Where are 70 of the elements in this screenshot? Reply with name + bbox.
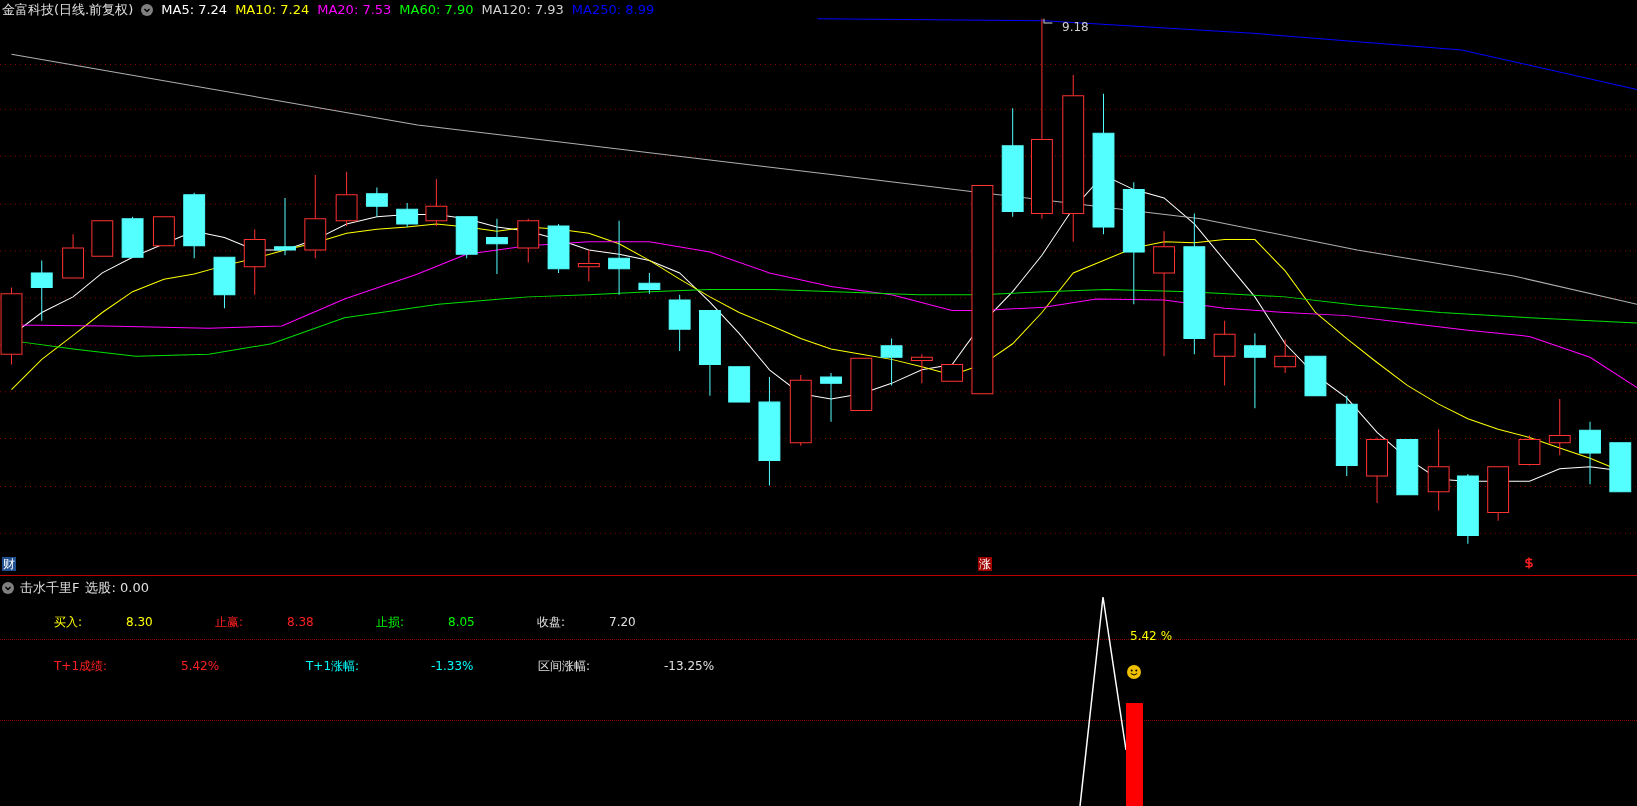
stat-value: -13.25% (664, 659, 715, 673)
candlestick (396, 202, 419, 228)
moving-average-legend: MA5: 7.24 (161, 2, 228, 18)
candlestick (1304, 355, 1327, 397)
candlestick (335, 171, 358, 227)
candlestick (62, 233, 84, 279)
candlestick (1396, 439, 1419, 496)
candlestick (1456, 473, 1479, 545)
score-value: 5.42 (1130, 628, 1157, 645)
candlestick (213, 256, 236, 309)
candlestick (517, 218, 540, 263)
candlestick (121, 216, 144, 258)
candlestick (1548, 398, 1571, 456)
candlestick (274, 197, 296, 256)
stat-value: 5.42% (181, 659, 220, 673)
candlestick (91, 220, 114, 257)
candlestick (577, 249, 600, 282)
stat-label: 区间涨幅: (538, 659, 591, 673)
candlestick (547, 223, 570, 274)
candlestick (243, 228, 266, 296)
candlestick (880, 338, 903, 386)
candlestick (183, 192, 206, 259)
candlestick (1579, 421, 1601, 485)
stat-value: 8.30 (126, 615, 153, 629)
candlestick (850, 357, 873, 411)
candlestick (820, 372, 842, 423)
stock-title: 金富科技(日线.前复权) (2, 2, 134, 18)
candlestick (30, 259, 53, 322)
candlestick (910, 353, 933, 384)
leader-line (1043, 18, 1053, 24)
high-price-label: 9.18 (1062, 20, 1089, 34)
stat-label: 止赢: (215, 615, 244, 629)
candlestick (365, 187, 388, 218)
dollar-sign-icon[interactable] (1523, 556, 1535, 570)
smiley-icon (1127, 665, 1141, 679)
score-unit: % (1160, 628, 1173, 645)
candlestick (1274, 339, 1297, 374)
moving-average-legend: MA250: 8.99 (571, 2, 655, 18)
candlestick (728, 366, 751, 403)
stat-value: 7.20 (609, 615, 636, 629)
moving-average-legend: MA120: 7.93 (481, 2, 564, 18)
collapse-chevron-icon[interactable] (2, 582, 14, 594)
candlestick (152, 216, 175, 247)
candlestick (1609, 442, 1632, 493)
stat-label: 止损: (376, 615, 405, 629)
stat-label: T+1涨幅: (306, 659, 360, 673)
candlestick (1487, 466, 1510, 522)
moving-average-legend: MA60: 7.90 (399, 2, 474, 18)
chart-marker-badge[interactable]: 财 (2, 557, 16, 571)
candlestick (1518, 434, 1541, 467)
candlestick (455, 216, 478, 259)
indicator-name: 击水千里F (20, 580, 80, 596)
moving-average-legend: MA20: 7.53 (317, 2, 392, 18)
indicator-reading: 选股: 0.00 (85, 580, 149, 596)
candlestick (425, 178, 448, 227)
candlestick (486, 218, 508, 275)
candlestick (1366, 437, 1388, 504)
stat-label: 买入: (54, 615, 83, 629)
stat-value: -1.33% (431, 659, 474, 673)
stat-value: 8.38 (287, 615, 314, 629)
candlestick (638, 272, 661, 295)
candlestick (941, 364, 964, 382)
chart-marker-badge[interactable]: 涨 (978, 557, 992, 571)
stat-value: 8.05 (448, 615, 475, 629)
stat-label: T+1成绩: (54, 659, 108, 673)
moving-average-legend: MA10: 7.24 (235, 2, 310, 18)
collapse-chevron-icon[interactable] (141, 4, 154, 16)
candlestick (668, 294, 691, 352)
stat-label: 收盘: (537, 615, 566, 629)
candlestick (1213, 320, 1236, 386)
